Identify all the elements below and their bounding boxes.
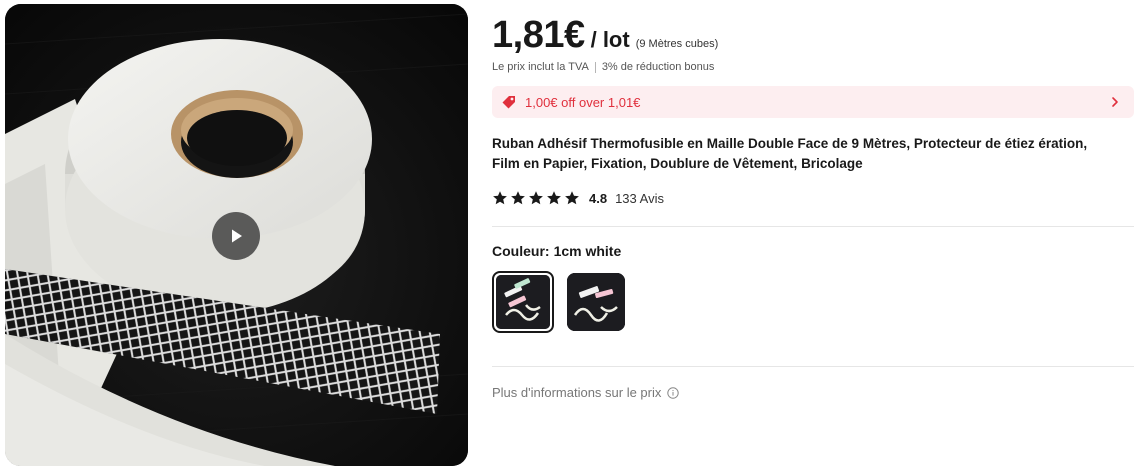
- rating-row[interactable]: 4.8 133 Avis: [492, 190, 664, 206]
- color-selected-value: 1cm white: [553, 243, 622, 259]
- coupon-banner[interactable]: 1,00€ off over 1,01€: [492, 86, 1134, 118]
- star-icon: [547, 191, 561, 205]
- swatch-thumbnail: [496, 275, 550, 329]
- star-icon: [565, 191, 579, 205]
- more-price-info-link[interactable]: Plus d'informations sur le prix: [492, 385, 680, 400]
- bonus-discount-text: 3% de réduction bonus: [601, 61, 715, 73]
- tag-icon: [501, 94, 517, 110]
- star-rating: [492, 190, 580, 206]
- color-heading: Couleur: 1cm white: [492, 243, 621, 259]
- product-title: Ruban Adhésif Thermofusible en Maille Do…: [492, 136, 1088, 171]
- star-icon: [529, 191, 543, 205]
- info-circle-icon: [667, 386, 680, 399]
- price-quantity: (9 Mètres cubes): [635, 38, 719, 50]
- color-label: Couleur:: [492, 243, 550, 259]
- vat-row: Le prix inclut la TVA 3% de réduction bo…: [492, 61, 714, 73]
- star-icon: [511, 191, 525, 205]
- rating-value: 4.8: [589, 190, 608, 206]
- divider: [492, 226, 1134, 227]
- color-swatch-selected[interactable]: [492, 271, 554, 333]
- chevron-right-icon: [1108, 95, 1122, 109]
- price-row: 1,81€ / lot (9 Mètres cubes): [492, 14, 718, 57]
- product-info-panel: 1,81€ / lot (9 Mètres cubes) Le prix inc…: [492, 0, 1134, 469]
- color-swatch[interactable]: [567, 273, 625, 331]
- play-video-button[interactable]: [212, 212, 260, 260]
- coupon-text: 1,00€ off over 1,01€: [525, 94, 641, 110]
- price-unit: / lot: [590, 27, 630, 52]
- reviews-link[interactable]: 133 Avis: [615, 191, 664, 206]
- more-price-info-text: Plus d'informations sur le prix: [492, 385, 662, 400]
- vat-included-text: Le prix inclut la TVA: [492, 61, 589, 73]
- product-gallery[interactable]: [5, 4, 468, 466]
- price-amount: 1,81€: [492, 14, 585, 56]
- play-icon: [232, 229, 242, 243]
- divider: [492, 366, 1134, 367]
- vat-separator: [594, 61, 596, 73]
- swatch-thumbnail: [567, 273, 625, 331]
- star-icon: [493, 191, 507, 205]
